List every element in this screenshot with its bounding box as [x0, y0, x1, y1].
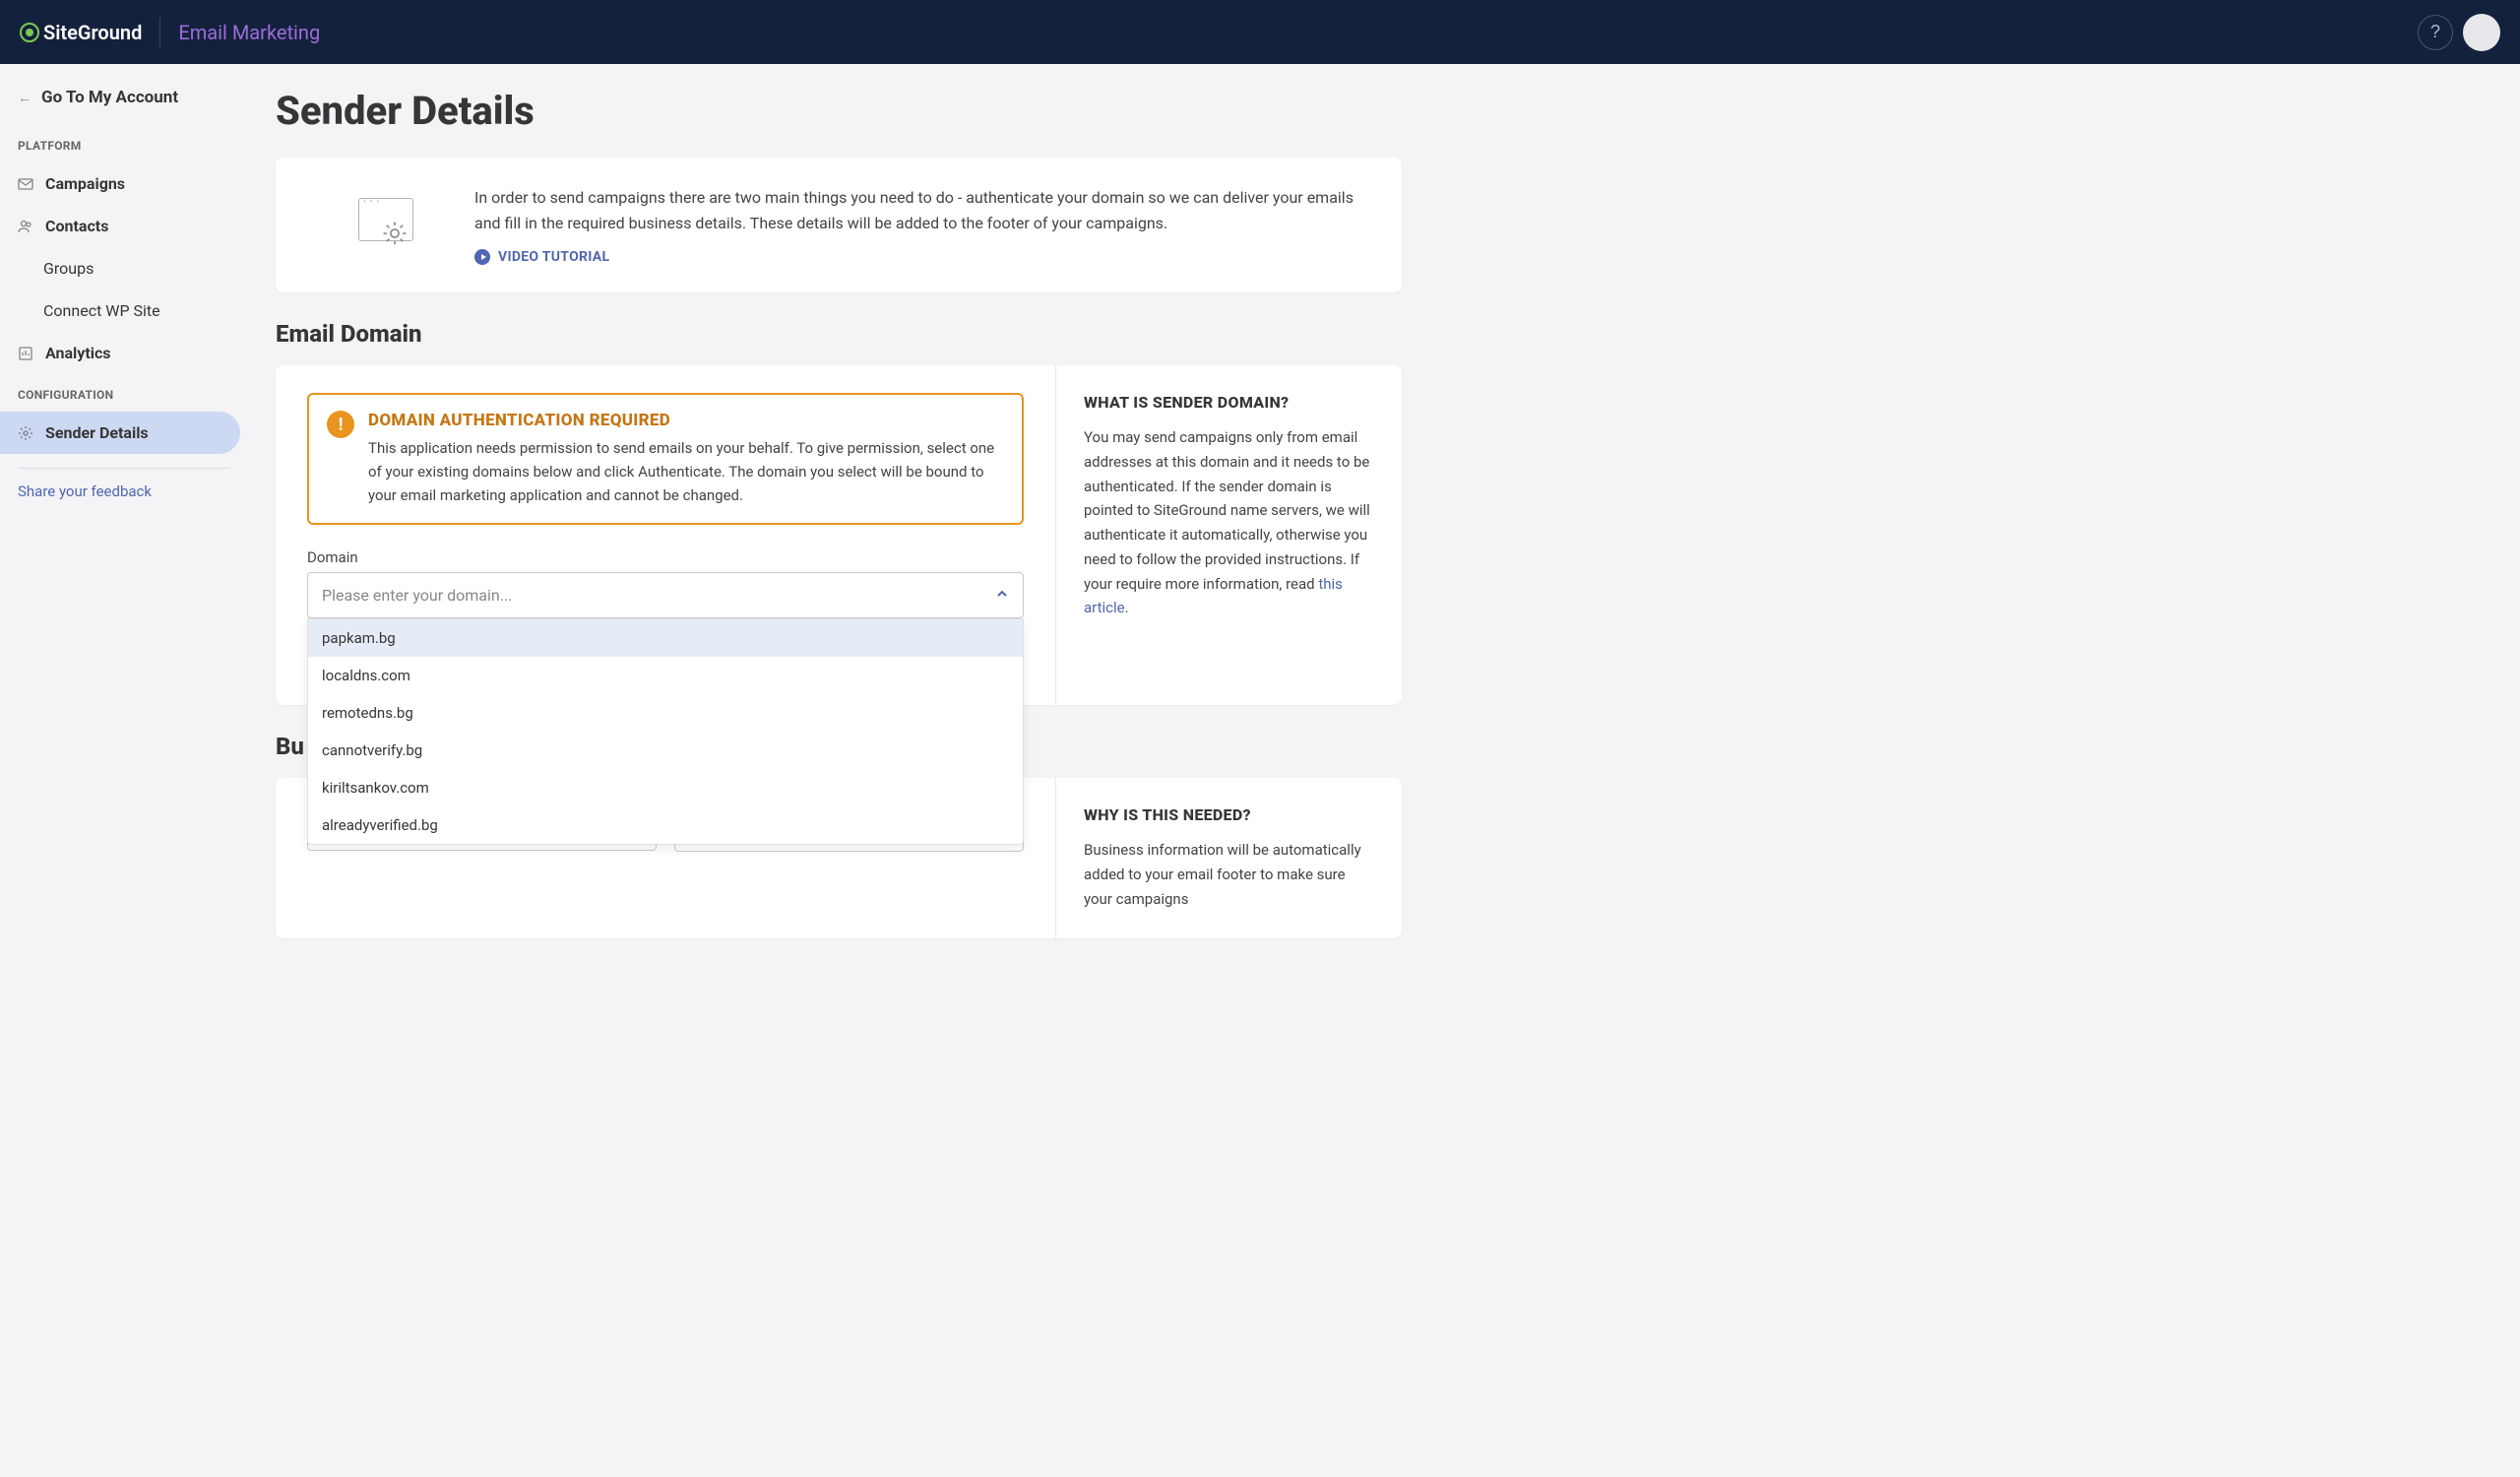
sidebar-item-connect-wp[interactable]: Connect WP Site — [0, 289, 240, 332]
sidebar-item-sender-details[interactable]: Sender Details — [0, 412, 240, 454]
domain-dropdown: papkam.bg localdns.com remotedns.bg cann… — [307, 618, 1024, 845]
domain-placeholder: Please enter your domain... — [322, 586, 512, 605]
logo-text: SiteGround — [43, 21, 142, 44]
video-link-label: VIDEO TUTORIAL — [498, 249, 609, 265]
page-title: Sender Details — [276, 88, 1402, 134]
domain-auth-alert: ! DOMAIN AUTHENTICATION REQUIRED This ap… — [307, 393, 1024, 525]
warning-icon: ! — [327, 411, 354, 438]
help-button[interactable]: ? — [2418, 15, 2453, 50]
logo-icon — [20, 23, 39, 42]
domain-option[interactable]: remotedns.bg — [308, 694, 1023, 732]
business-details-side: WHY IS THIS NEEDED? Business information… — [1055, 778, 1402, 938]
domain-option[interactable]: papkam.bg — [308, 619, 1023, 657]
question-icon: ? — [2430, 22, 2440, 42]
alert-content: DOMAIN AUTHENTICATION REQUIRED This appl… — [368, 411, 1004, 507]
alert-title: DOMAIN AUTHENTICATION REQUIRED — [368, 411, 1004, 430]
sidebar-item-campaigns[interactable]: Campaigns — [0, 162, 240, 205]
domain-option[interactable]: localdns.com — [308, 657, 1023, 694]
back-label: Go To My Account — [41, 88, 178, 107]
nav-label: Connect WP Site — [43, 301, 160, 320]
nav-label: Sender Details — [45, 423, 149, 442]
domain-field-label: Domain — [307, 548, 1024, 566]
email-domain-side: WHAT IS SENDER DOMAIN? You may send camp… — [1055, 365, 1402, 705]
section-label-config: CONFIGURATION — [0, 374, 248, 412]
chart-icon — [18, 346, 33, 361]
arrow-left-icon: ← — [18, 90, 32, 106]
main-content: Sender Details In order to send campaign… — [248, 64, 1429, 1477]
chevron-up-icon — [995, 586, 1009, 605]
intro-text: In order to send campaigns there are two… — [474, 185, 1370, 235]
product-name: Email Marketing — [178, 21, 320, 44]
video-tutorial-link[interactable]: VIDEO TUTORIAL — [474, 249, 1370, 265]
sidebar-item-groups[interactable]: Groups — [0, 247, 240, 289]
domain-option[interactable]: alreadyverified.bg — [308, 806, 1023, 844]
nav-label: Groups — [43, 259, 94, 278]
brand-logo[interactable]: SiteGround — [20, 21, 142, 44]
email-domain-heading: Email Domain — [276, 320, 1402, 348]
header-left: SiteGround Email Marketing — [20, 18, 320, 47]
domain-select-wrap: Please enter your domain... papkam.bg lo… — [307, 572, 1024, 618]
envelope-icon — [18, 176, 33, 192]
intro-illustration — [337, 185, 435, 254]
email-domain-main: ! DOMAIN AUTHENTICATION REQUIRED This ap… — [276, 365, 1055, 705]
header-right: ? — [2418, 14, 2500, 51]
sidebar-item-contacts[interactable]: Contacts — [0, 205, 240, 247]
sidebar: ← Go To My Account PLATFORM Campaigns Co… — [0, 64, 248, 1477]
nav-label: Campaigns — [45, 174, 125, 193]
domain-option[interactable]: kiriltsankov.com — [308, 769, 1023, 806]
email-domain-card: ! DOMAIN AUTHENTICATION REQUIRED This ap… — [276, 365, 1402, 705]
top-header: SiteGround Email Marketing ? — [0, 0, 2520, 64]
domain-option[interactable]: cannotverify.bg — [308, 732, 1023, 769]
share-feedback-link[interactable]: Share your feedback — [18, 468, 230, 514]
sidebar-item-analytics[interactable]: Analytics — [0, 332, 240, 374]
sender-domain-side-title: WHAT IS SENDER DOMAIN? — [1084, 393, 1374, 412]
intro-content: In order to send campaigns there are two… — [474, 185, 1370, 265]
logo-divider — [159, 18, 160, 47]
intro-card: In order to send campaigns there are two… — [276, 158, 1402, 292]
why-needed-text: Business information will be automatical… — [1084, 838, 1374, 911]
why-needed-title: WHY IS THIS NEEDED? — [1084, 805, 1374, 824]
domain-select[interactable]: Please enter your domain... — [307, 572, 1024, 618]
play-icon — [474, 249, 490, 265]
section-label-platform: PLATFORM — [0, 125, 248, 162]
gear-overlay-icon — [382, 221, 408, 246]
back-to-account-link[interactable]: ← Go To My Account — [0, 84, 248, 125]
alert-body: This application needs permission to sen… — [368, 436, 1004, 507]
user-avatar[interactable] — [2463, 14, 2500, 51]
people-icon — [18, 219, 33, 234]
sender-domain-side-text: You may send campaigns only from email a… — [1084, 425, 1374, 620]
nav-label: Contacts — [45, 217, 108, 235]
nav-label: Analytics — [45, 344, 111, 362]
gear-icon — [18, 425, 33, 441]
